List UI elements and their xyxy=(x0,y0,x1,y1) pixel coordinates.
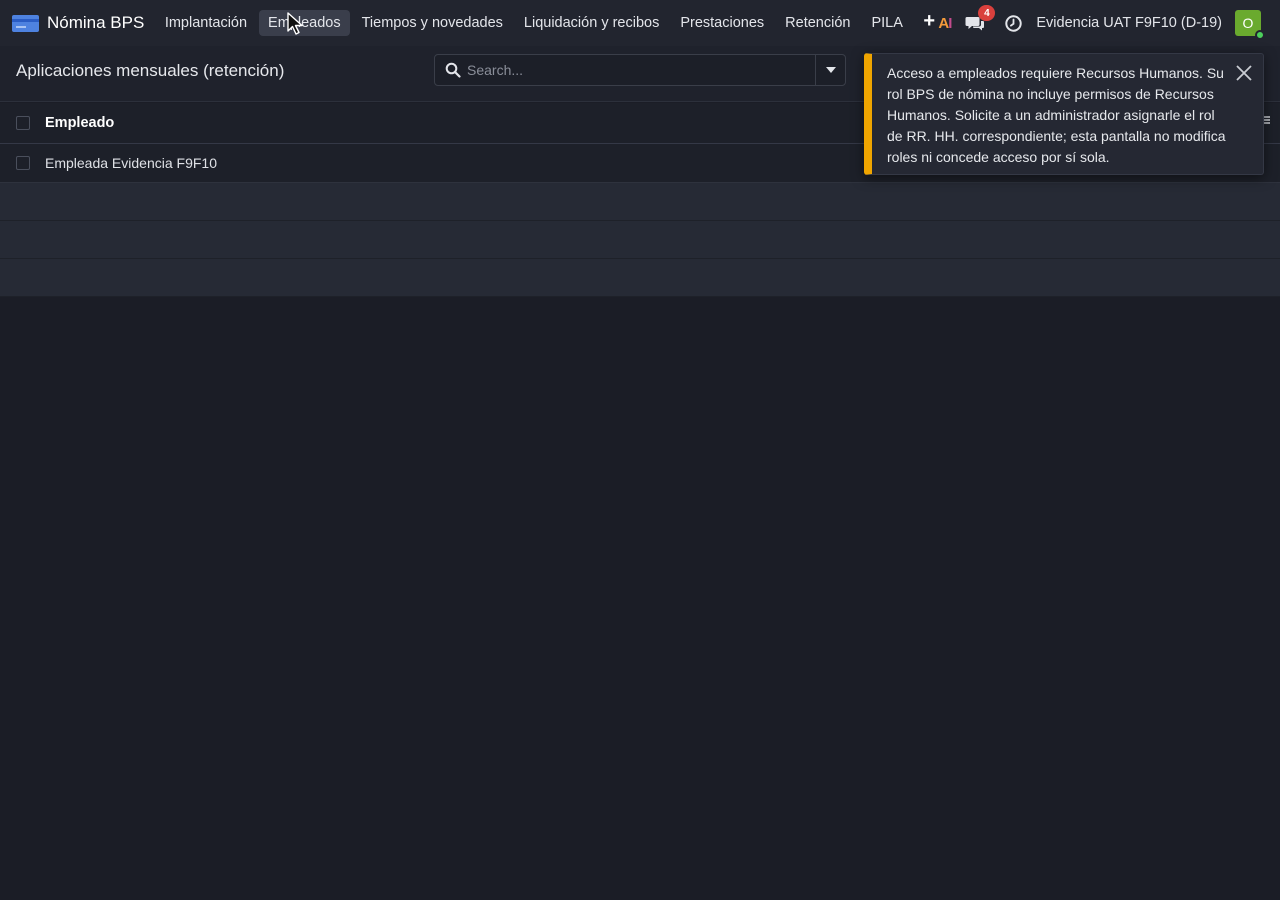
search-box xyxy=(434,54,846,86)
messages-badge: 4 xyxy=(978,5,996,21)
navbar-systray: AI 4 Evidencia UAT F9F10 (D-19) O xyxy=(938,0,1280,46)
avatar[interactable]: O xyxy=(1235,10,1265,40)
notification-message: Acceso a empleados requiere Recursos Hum… xyxy=(887,65,1226,165)
empty-row xyxy=(0,259,1280,297)
menu-item-liquidacion-recibos[interactable]: Liquidación y recibos xyxy=(515,10,668,36)
search-input[interactable] xyxy=(467,55,815,85)
caret-down-icon xyxy=(825,67,836,73)
close-icon[interactable] xyxy=(1235,64,1253,82)
column-header-empleado[interactable]: Empleado xyxy=(45,115,114,131)
clock-icon[interactable] xyxy=(1005,14,1023,32)
warning-notification: Acceso a empleados requiere Recursos Hum… xyxy=(864,53,1264,175)
online-status-dot xyxy=(1255,30,1265,40)
messages-button[interactable]: 4 xyxy=(965,5,996,32)
menu-item-retencion[interactable]: Retención xyxy=(776,10,859,36)
main-menu: Implantación Empleados Tiempos y novedad… xyxy=(154,0,945,46)
mouse-cursor-icon xyxy=(287,12,303,35)
ai-icon[interactable]: AI xyxy=(938,15,952,32)
brand-label: Nómina BPS xyxy=(47,13,145,32)
row-checkbox[interactable] xyxy=(16,156,30,170)
select-all-checkbox[interactable] xyxy=(16,116,30,130)
top-navbar: Nómina BPS Implantación Empleados Tiempo… xyxy=(0,0,1280,46)
menu-item-prestaciones[interactable]: Prestaciones xyxy=(671,10,773,36)
brand[interactable]: Nómina BPS xyxy=(0,0,154,46)
menu-item-implantacion[interactable]: Implantación xyxy=(156,10,256,36)
avatar-initial: O xyxy=(1242,15,1254,31)
empty-row xyxy=(0,183,1280,221)
search-icon xyxy=(445,62,461,78)
company-switcher[interactable]: Evidencia UAT F9F10 (D-19) xyxy=(1036,15,1222,31)
menu-item-pila[interactable]: PILA xyxy=(862,10,911,36)
payroll-app-icon xyxy=(12,14,39,32)
menu-item-tiempos-novedades[interactable]: Tiempos y novedades xyxy=(353,10,512,36)
empty-row xyxy=(0,221,1280,259)
page-title: Aplicaciones mensuales (retención) xyxy=(16,61,285,80)
search-options-toggle[interactable] xyxy=(815,55,845,85)
cell-employee: Empleada Evidencia F9F10 xyxy=(45,155,217,171)
